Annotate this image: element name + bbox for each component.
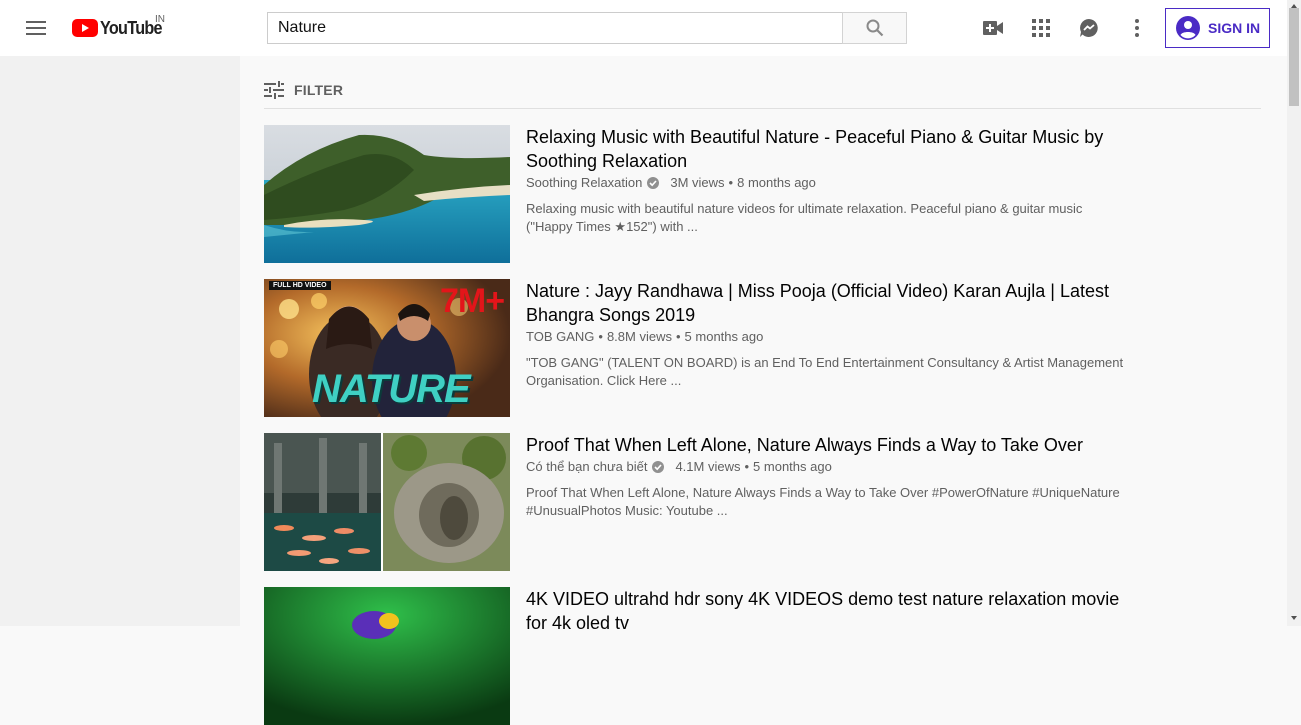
views-count: 8.8M views: [606, 329, 672, 344]
scrollbar[interactable]: [1287, 0, 1301, 626]
verified-badge-icon: [647, 177, 660, 189]
views-count: 4.1M views: [675, 459, 741, 474]
search-input[interactable]: Nature: [267, 12, 843, 44]
video-result[interactable]: FULL HD VIDEO 7M+ NATURE Nature : Jayy R…: [264, 279, 1164, 417]
settings-menu-button[interactable]: [1125, 16, 1149, 40]
country-code: IN: [155, 14, 165, 25]
more-vert-icon: [1135, 19, 1139, 37]
video-result[interactable]: 4K VIDEO ultrahd hdr sony 4K VIDEOS demo…: [264, 587, 1164, 725]
search-icon: [866, 19, 883, 37]
channel-name[interactable]: TOB GANG: [526, 328, 594, 346]
thumbnail-badge-hd: FULL HD VIDEO: [269, 281, 331, 290]
guide-menu-button[interactable]: [24, 16, 48, 40]
youtube-play-icon: [72, 19, 98, 37]
upload-age: 5 months ago: [684, 329, 764, 344]
divider: [264, 108, 1261, 109]
video-meta: Có thể bạn chưa biết 4.1M views • 5 mont…: [526, 458, 1126, 476]
messages-icon: [1080, 19, 1098, 37]
thumbnail-badge-views: 7M+: [440, 282, 505, 320]
thumbnail-image: [264, 587, 510, 725]
messages-button[interactable]: [1077, 16, 1101, 40]
thumbnail-image: [264, 125, 510, 263]
logo-text: YouTube: [100, 17, 163, 38]
video-thumbnail[interactable]: FULL HD VIDEO 7M+ NATURE: [264, 279, 510, 417]
menu-icon: [26, 21, 46, 35]
video-title[interactable]: Proof That When Left Alone, Nature Alway…: [526, 433, 1126, 457]
create-video-button[interactable]: [981, 16, 1005, 40]
youtube-logo[interactable]: YouTube IN: [72, 14, 169, 40]
upload-age: 5 months ago: [753, 459, 832, 474]
upload-age: 8 months ago: [737, 175, 816, 190]
filter-label: FILTER: [294, 82, 344, 98]
channel-name[interactable]: Có thể bạn chưa biết: [526, 458, 647, 476]
video-title[interactable]: Relaxing Music with Beautiful Nature - P…: [526, 125, 1126, 173]
separator-dot: •: [675, 329, 681, 344]
account-icon: [1176, 16, 1200, 40]
video-meta: Soothing Relaxation 3M views • 8 months …: [526, 174, 1126, 192]
verified-badge-icon: [652, 461, 665, 473]
sidebar: [0, 56, 240, 626]
separator-dot: •: [728, 175, 734, 190]
video-title[interactable]: Nature : Jayy Randhawa | Miss Pooja (Off…: [526, 279, 1126, 327]
video-thumbnail[interactable]: [264, 587, 510, 725]
video-thumbnail[interactable]: [264, 433, 510, 571]
apps-grid-icon: [1032, 19, 1050, 37]
video-result[interactable]: Proof That When Left Alone, Nature Alway…: [264, 433, 1164, 571]
video-description: "TOB GANG" (TALENT ON BOARD) is an End T…: [526, 355, 1124, 388]
video-title[interactable]: 4K VIDEO ultrahd hdr sony 4K VIDEOS demo…: [526, 587, 1126, 635]
video-result[interactable]: Relaxing Music with Beautiful Nature - P…: [264, 125, 1164, 263]
separator-dot: •: [598, 329, 603, 344]
video-description: Relaxing music with beautiful nature vid…: [526, 201, 1083, 234]
video-description: Proof That When Left Alone, Nature Alway…: [526, 485, 1120, 518]
thumbnail-image: [264, 433, 510, 571]
separator-dot: •: [744, 459, 750, 474]
video-thumbnail[interactable]: [264, 125, 510, 263]
views-count: 3M views: [670, 175, 725, 190]
masthead: YouTube IN Nature SIGN IN: [0, 0, 1287, 56]
apps-button[interactable]: [1029, 16, 1053, 40]
thumbnail-overlay-title: NATURE: [312, 367, 471, 411]
video-meta: TOB GANG • 8.8M views • 5 months ago: [526, 328, 1126, 346]
sign-in-button[interactable]: SIGN IN: [1165, 8, 1270, 48]
search-button[interactable]: [842, 12, 907, 44]
scroll-down-arrow-icon[interactable]: [1290, 614, 1298, 622]
filter-button[interactable]: FILTER: [264, 76, 343, 104]
channel-name[interactable]: Soothing Relaxation: [526, 174, 642, 192]
scrollbar-thumb[interactable]: [1289, 8, 1299, 106]
tune-icon: [264, 81, 284, 99]
video-camera-icon: [983, 21, 1003, 35]
sign-in-label: SIGN IN: [1208, 20, 1261, 36]
